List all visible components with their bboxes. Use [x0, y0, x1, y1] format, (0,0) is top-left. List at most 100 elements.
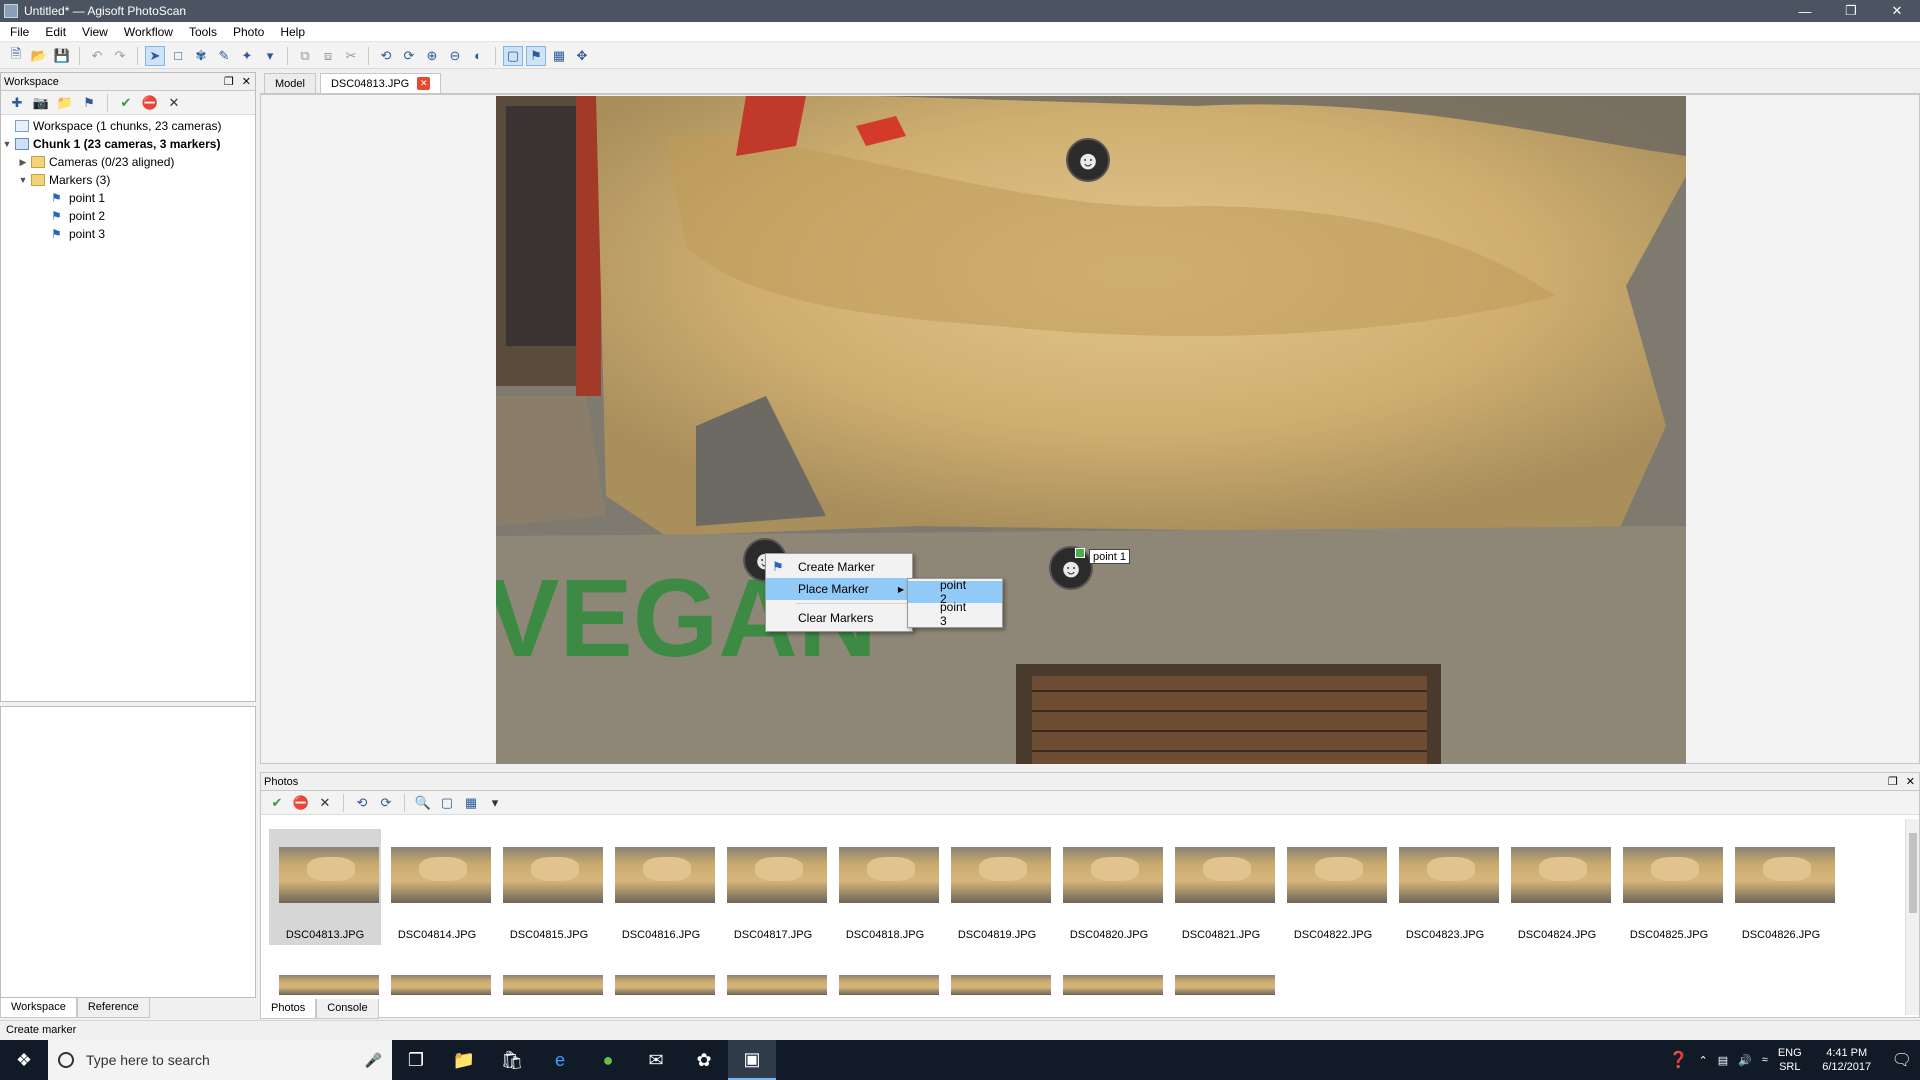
remove-icon[interactable]: ✕: [315, 793, 335, 813]
photo-thumbnail[interactable]: [717, 975, 829, 995]
tree-marker-point-3[interactable]: ⚑ point 3: [1, 225, 255, 243]
collapse-icon[interactable]: ▼: [1, 139, 13, 149]
save-icon[interactable]: 💾: [52, 46, 72, 66]
volume-icon[interactable]: 🔊: [1738, 1054, 1752, 1067]
vertical-scrollbar[interactable]: [1905, 819, 1919, 1015]
subtract-selection-icon[interactable]: ⧈: [318, 46, 338, 66]
add-selection-icon[interactable]: ⧉: [295, 46, 315, 66]
zoom-out-icon[interactable]: ⊖: [445, 46, 465, 66]
restore-button[interactable]: ❐: [1828, 0, 1874, 22]
magic-wand-icon[interactable]: ✦: [237, 46, 257, 66]
add-chunk-icon[interactable]: ✚: [7, 93, 27, 113]
menu-place-marker[interactable]: Place Marker ▶: [766, 578, 912, 600]
brightness-icon[interactable]: ◐: [468, 46, 488, 66]
filter-icon[interactable]: 🔍: [413, 793, 433, 813]
menu-edit[interactable]: Edit: [37, 25, 74, 39]
photo-thumbnail[interactable]: [829, 975, 941, 995]
tab-model[interactable]: Model: [264, 73, 316, 93]
photo-view[interactable]: VEGAN ☻ ☻ ☻ point 1: [260, 94, 1920, 764]
photo-thumbnail[interactable]: DSC04819.JPG: [941, 829, 1053, 945]
photo-image[interactable]: VEGAN ☻ ☻ ☻ point 1: [496, 96, 1686, 764]
photo-thumbnail[interactable]: DSC04821.JPG: [1165, 829, 1277, 945]
rotate-right-icon[interactable]: ⟳: [376, 793, 396, 813]
task-view-icon[interactable]: ❐: [392, 1040, 440, 1080]
rotate-left-icon[interactable]: ⟲: [352, 793, 372, 813]
microphone-icon[interactable]: 🎤: [365, 1052, 382, 1069]
zoom-in-icon[interactable]: ⊕: [422, 46, 442, 66]
close-tab-icon[interactable]: ✕: [417, 77, 431, 90]
photo-thumbnail[interactable]: DSC04816.JPG: [605, 829, 717, 945]
tree-chunk[interactable]: ▼ Chunk 1 (23 cameras, 3 markers): [1, 135, 255, 153]
disable-icon[interactable]: ⛔: [140, 93, 160, 113]
photo-thumbnail[interactable]: DSC04823.JPG: [1389, 829, 1501, 945]
enable-icon[interactable]: ✔: [267, 793, 287, 813]
clock[interactable]: 4:41 PM 6/12/2017: [1812, 1046, 1882, 1074]
photo-thumbnail[interactable]: [269, 975, 381, 995]
show-hidden-icons-icon[interactable]: ⌃: [1698, 1054, 1707, 1067]
rectangle-selection-icon[interactable]: □: [168, 46, 188, 66]
rotate-right-icon[interactable]: ⟳: [399, 46, 419, 66]
redo-icon[interactable]: ↷: [110, 46, 130, 66]
menu-help[interactable]: Help: [272, 25, 313, 39]
network-icon[interactable]: ▤: [1718, 1054, 1728, 1067]
grid-icon[interactable]: ▦: [549, 46, 569, 66]
undo-icon[interactable]: ↶: [87, 46, 107, 66]
enable-icon[interactable]: ✔: [116, 93, 136, 113]
menu-file[interactable]: File: [2, 25, 37, 39]
close-panel-icon[interactable]: ✕: [1906, 775, 1915, 788]
photo-thumbnail[interactable]: DSC04814.JPG: [381, 829, 493, 945]
collapse-icon[interactable]: ▼: [17, 175, 29, 185]
menu-tools[interactable]: Tools: [181, 25, 225, 39]
marker-target[interactable]: ☻: [1066, 138, 1110, 182]
scrollbar-thumb[interactable]: [1909, 833, 1917, 913]
menu-workflow[interactable]: Workflow: [116, 25, 181, 39]
photo-thumbnail[interactable]: [493, 975, 605, 995]
photo-thumbnail[interactable]: [605, 975, 717, 995]
brush-icon[interactable]: ✎: [214, 46, 234, 66]
marker-point-1[interactable]: ☻: [1049, 546, 1093, 590]
close-button[interactable]: ✕: [1874, 0, 1920, 22]
crop-icon[interactable]: ✂: [341, 46, 361, 66]
new-icon[interactable]: 🗎: [6, 46, 26, 66]
tab-workspace[interactable]: Workspace: [0, 998, 77, 1018]
add-photos-icon[interactable]: 📷: [31, 93, 51, 113]
tree-workspace[interactable]: Workspace (1 chunks, 23 cameras): [1, 117, 255, 135]
photo-thumbnail[interactable]: DSC04825.JPG: [1613, 829, 1725, 945]
menu-clear-markers[interactable]: Clear Markers: [766, 607, 912, 629]
photo-thumbnail[interactable]: DSC04813.JPG: [269, 829, 381, 945]
file-explorer-icon[interactable]: 📁: [440, 1040, 488, 1080]
photo-thumbnail[interactable]: [941, 975, 1053, 995]
add-folder-icon[interactable]: 📁: [55, 93, 75, 113]
float-panel-icon[interactable]: ❐: [1888, 775, 1898, 788]
edge-browser-icon[interactable]: e: [536, 1040, 584, 1080]
show-markers-icon[interactable]: ⚑: [526, 45, 546, 66]
photo-thumbnail[interactable]: [1053, 975, 1165, 995]
view-mode-icon[interactable]: ▦: [461, 793, 481, 813]
photo-thumbnail[interactable]: DSC04815.JPG: [493, 829, 605, 945]
photoscan-app-icon[interactable]: ✿: [680, 1040, 728, 1080]
expand-icon[interactable]: ▶: [17, 157, 29, 168]
remove-icon[interactable]: ✕: [164, 93, 184, 113]
mail-icon[interactable]: ✉: [632, 1040, 680, 1080]
menu-view[interactable]: View: [74, 25, 116, 39]
move-icon[interactable]: ✥: [572, 46, 592, 66]
store-icon[interactable]: 🛍: [488, 1040, 536, 1080]
tab-photo[interactable]: DSC04813.JPG ✕: [319, 73, 442, 93]
notification-icon[interactable]: 🗨: [1892, 1050, 1912, 1070]
minimize-button[interactable]: —: [1782, 0, 1828, 22]
add-marker-icon[interactable]: ⚑: [79, 93, 99, 113]
disable-icon[interactable]: ⛔: [291, 793, 311, 813]
photoscan-window-icon[interactable]: ▣: [728, 1040, 776, 1080]
photo-thumbnail[interactable]: DSC04826.JPG: [1725, 829, 1837, 945]
dropdown-icon[interactable]: ▾: [485, 793, 505, 813]
tree-marker-point-2[interactable]: ⚑ point 2: [1, 207, 255, 225]
photo-thumbnail[interactable]: DSC04820.JPG: [1053, 829, 1165, 945]
torrent-client-icon[interactable]: ●: [584, 1040, 632, 1080]
menu-create-marker[interactable]: ⚑ Create Marker: [766, 556, 912, 578]
submenu-point-3[interactable]: point 3: [908, 600, 1002, 628]
help-icon[interactable]: ❓: [1669, 1050, 1689, 1070]
tab-reference[interactable]: Reference: [76, 998, 150, 1018]
wifi-icon[interactable]: ≈: [1762, 1054, 1768, 1066]
windows-start-icon[interactable]: ❖: [0, 1040, 48, 1080]
reset-filter-icon[interactable]: ▢: [437, 793, 457, 813]
